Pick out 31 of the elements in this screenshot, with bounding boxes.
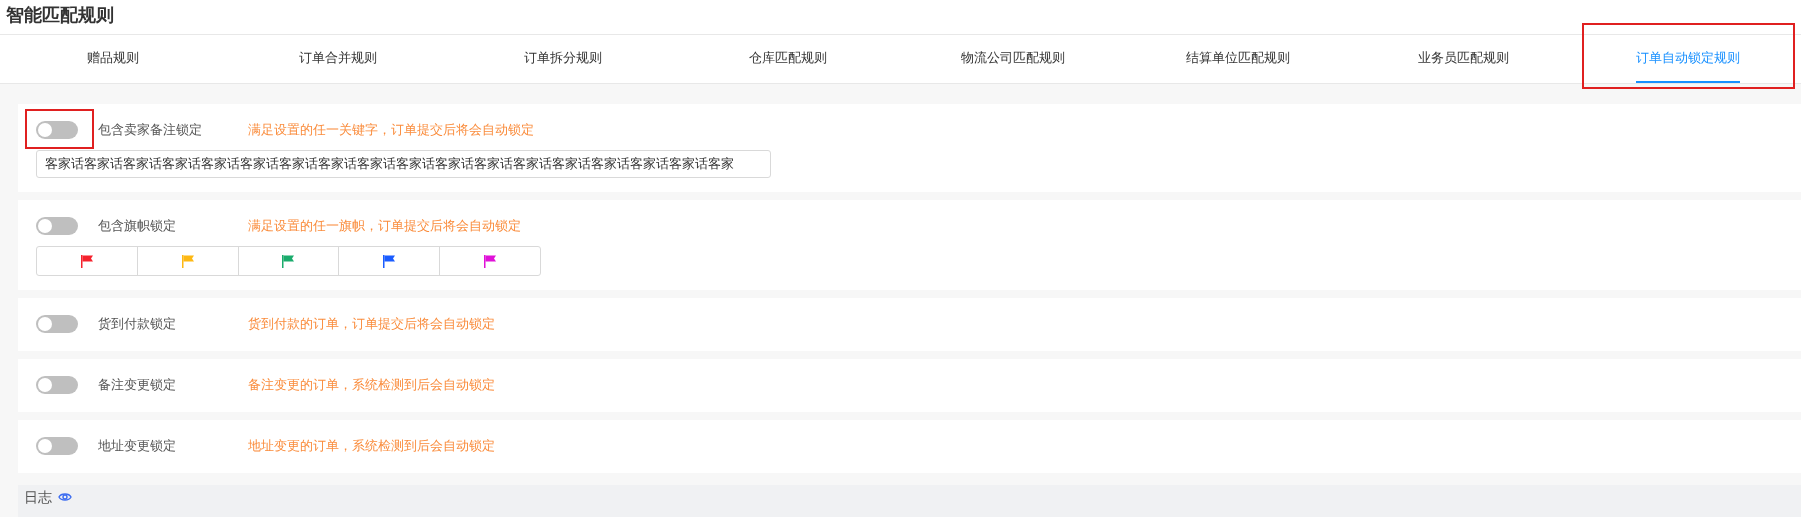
toggle-switch[interactable] xyxy=(36,121,78,139)
rule-label: 地址变更锁定 xyxy=(98,437,177,456)
flag-icon xyxy=(180,254,195,268)
page-title: 智能匹配规则 xyxy=(5,4,115,27)
tab[interactable]: 订单拆分规则 xyxy=(523,35,602,83)
rule-label: 包含旗帜锁定 xyxy=(98,217,177,236)
keyword-field[interactable]: 客家话客家话客家话客家话客家话客家话客家话客家话客家话客家话客家话客家话客家话客家话客家话客家话客家话客家 xyxy=(36,150,771,178)
rule-hint: 货到付款的订单，订单提交后将会自动锁定 xyxy=(248,315,495,334)
tab[interactable]: 仓库匹配规则 xyxy=(748,35,827,83)
rule-hint: 满足设置的任一关键字，订单提交后将会自动锁定 xyxy=(248,121,534,140)
flag-icon xyxy=(79,254,94,268)
rule-hint: 地址变更的订单，系统检测到后会自动锁定 xyxy=(248,437,495,456)
rule-label: 货到付款锁定 xyxy=(98,315,177,334)
rule-hint: 备注变更的订单，系统检测到后会自动锁定 xyxy=(248,376,495,395)
rule-label: 备注变更锁定 xyxy=(98,376,177,395)
tab[interactable]: 订单合并规则 xyxy=(298,35,377,83)
toggle-switch[interactable] xyxy=(36,437,78,455)
flag-icon xyxy=(382,254,397,268)
toggle-switch[interactable] xyxy=(36,315,78,333)
flag-icon xyxy=(483,254,498,268)
tab[interactable]: 赠品规则 xyxy=(86,35,139,83)
eye-icon[interactable] xyxy=(58,490,72,504)
log-label: 日志 xyxy=(24,488,52,506)
tab[interactable]: 结算单位匹配规则 xyxy=(1186,35,1291,83)
rule-hint: 满足设置的任一旗帜，订单提交后将会自动锁定 xyxy=(248,217,521,236)
tab[interactable]: 物流公司匹配规则 xyxy=(961,35,1066,83)
flag-icon xyxy=(281,254,296,268)
rule-label: 包含卖家备注锁定 xyxy=(98,121,203,140)
tab[interactable]: 业务员匹配规则 xyxy=(1417,35,1509,83)
toggle-switch[interactable] xyxy=(36,217,78,235)
toggle-switch[interactable] xyxy=(36,376,78,394)
